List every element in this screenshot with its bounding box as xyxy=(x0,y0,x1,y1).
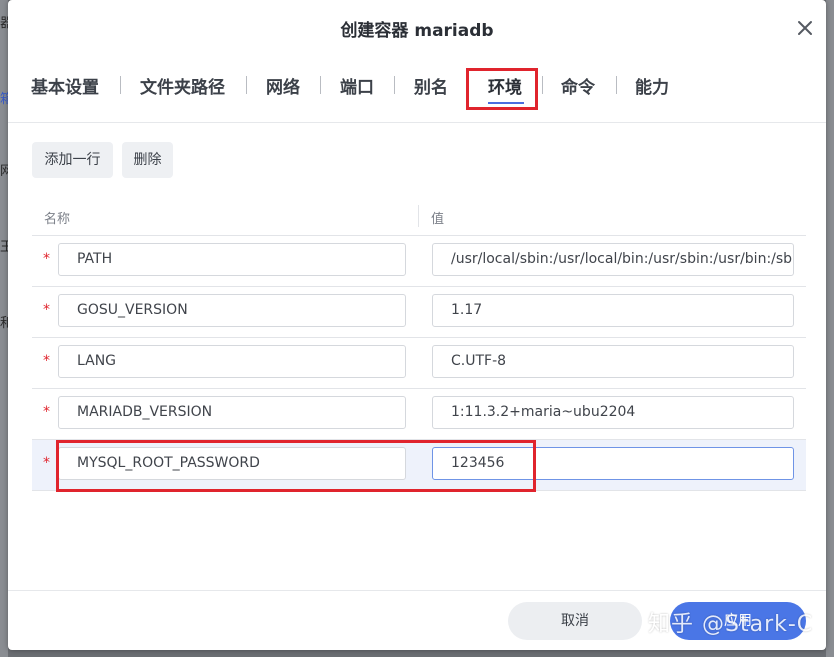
watermark-text: 知乎 @Stark-C xyxy=(648,612,814,637)
close-icon[interactable] xyxy=(794,17,816,39)
env-value-field[interactable]: 1.17 xyxy=(432,294,794,327)
tab-separator xyxy=(542,76,543,94)
required-marker: * xyxy=(43,455,50,471)
background-text: 网 xyxy=(0,164,8,179)
background-text: 王 xyxy=(0,240,8,255)
env-name-field[interactable]: PATH xyxy=(58,243,406,276)
tab-bar: 基本设置 文件夹路径 网络 端口 别名 环境 命令 能力 xyxy=(8,60,826,123)
tab-separator xyxy=(616,76,617,94)
add-row-button[interactable]: 添加一行 xyxy=(32,142,113,178)
column-header-name: 名称 xyxy=(44,212,71,227)
tab-separator xyxy=(246,76,247,94)
highlight-box-tab xyxy=(466,68,538,110)
table-row: * GOSU_VERSION 1.17 xyxy=(32,287,806,338)
required-marker: * xyxy=(43,302,50,318)
table-header: 名称 值 xyxy=(32,199,806,236)
tab-network[interactable]: 网络 xyxy=(266,73,300,98)
required-marker: * xyxy=(43,353,50,369)
env-value-field[interactable]: /usr/local/sbin:/usr/local/bin:/usr/sbin… xyxy=(432,243,794,276)
tab-ports[interactable]: 端口 xyxy=(340,73,374,98)
background-text: 和 xyxy=(0,316,8,331)
env-name-field[interactable]: MARIADB_VERSION xyxy=(58,396,406,429)
env-value-field[interactable]: C.UTF-8 xyxy=(432,345,794,378)
cancel-button[interactable]: 取消 xyxy=(508,602,642,640)
table-row: * MARIADB_VERSION 1:11.3.2+maria~ubu2204 xyxy=(32,389,806,440)
env-name-field[interactable]: GOSU_VERSION xyxy=(58,294,406,327)
tab-separator xyxy=(394,76,395,94)
table-row: * PATH /usr/local/sbin:/usr/local/bin:/u… xyxy=(32,236,806,287)
background-right xyxy=(826,0,834,657)
env-value-field[interactable]: 1:11.3.2+maria~ubu2204 xyxy=(432,396,794,429)
required-marker: * xyxy=(43,404,50,420)
tab-folder-paths[interactable]: 文件夹路径 xyxy=(140,73,225,98)
column-header-value: 值 xyxy=(431,212,445,227)
tab-command[interactable]: 命令 xyxy=(561,73,595,98)
column-divider xyxy=(418,205,419,227)
env-name-field[interactable]: LANG xyxy=(58,345,406,378)
tab-separator xyxy=(120,76,121,94)
tab-basic-settings[interactable]: 基本设置 xyxy=(31,73,99,98)
highlight-box-row xyxy=(56,440,536,492)
tab-separator xyxy=(320,76,321,94)
dialog-title: 创建容器 mariadb xyxy=(340,21,494,41)
delete-button[interactable]: 删除 xyxy=(122,142,173,178)
tab-alias[interactable]: 别名 xyxy=(414,73,448,98)
background-text: 器 xyxy=(0,16,8,31)
required-marker: * xyxy=(43,251,50,267)
create-container-dialog: 创建容器 mariadb 基本设置 文件夹路径 网络 端口 别名 环境 命令 能… xyxy=(8,0,826,650)
table-row: * LANG C.UTF-8 xyxy=(32,338,806,389)
tab-capabilities[interactable]: 能力 xyxy=(635,73,669,98)
background-text: 箱 xyxy=(0,92,8,107)
